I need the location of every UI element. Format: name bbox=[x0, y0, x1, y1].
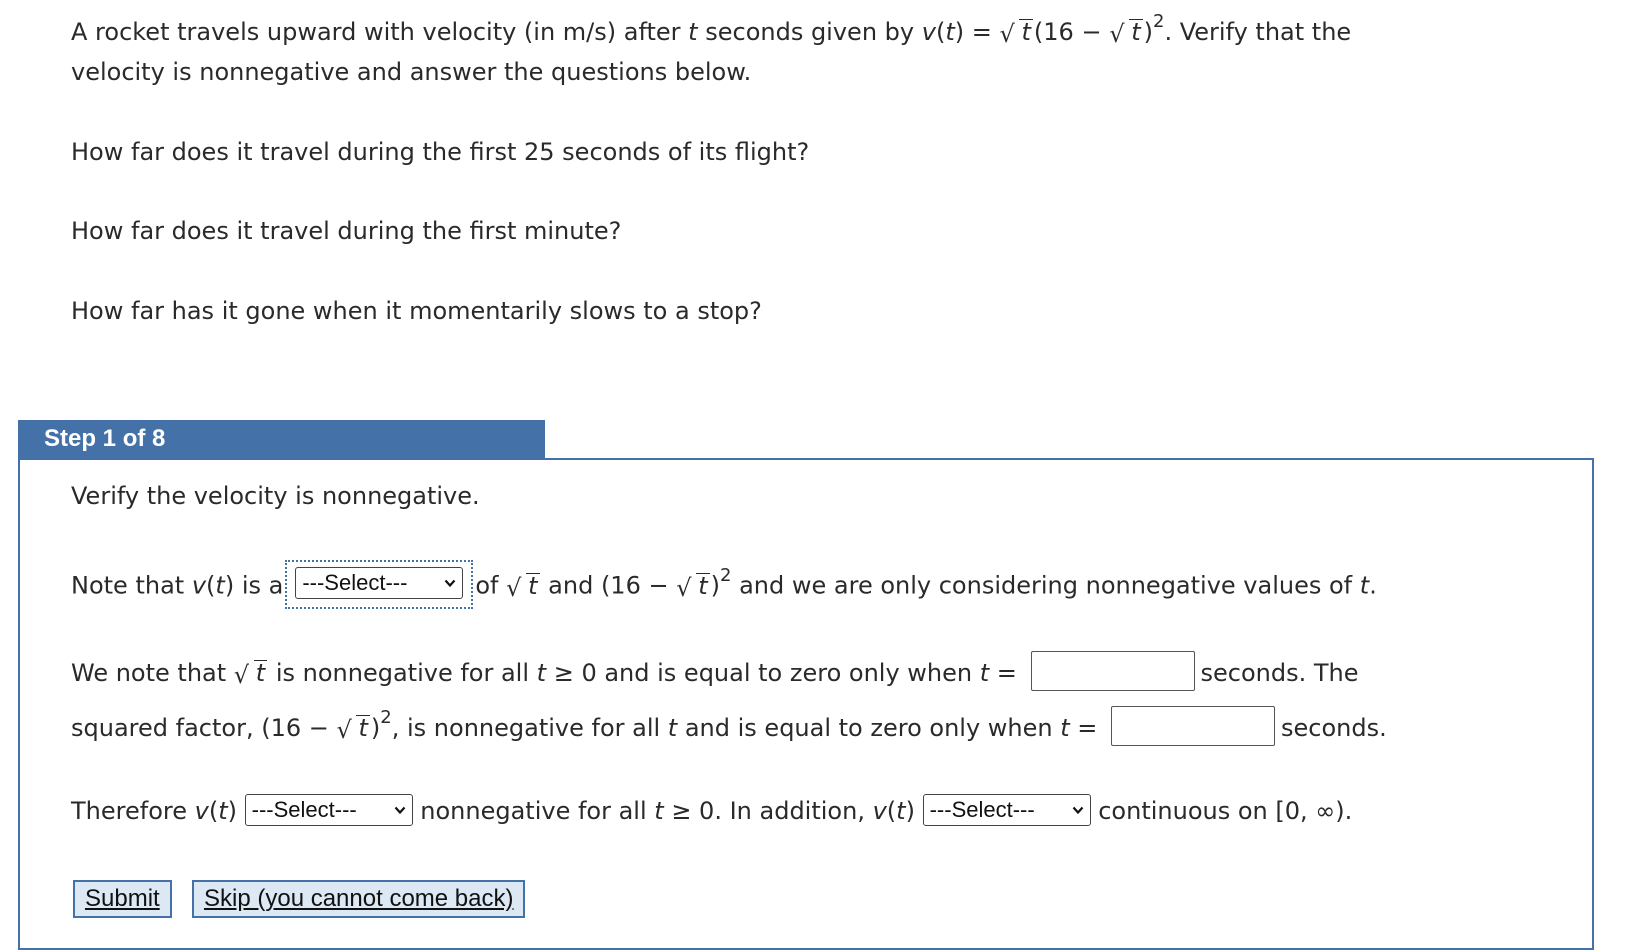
sqrt-t: √ t bbox=[506, 571, 540, 602]
math-text: (16 − bbox=[261, 714, 337, 742]
equals: = bbox=[1069, 714, 1106, 742]
exponent: 2 bbox=[720, 564, 732, 586]
step-text: Note that bbox=[71, 571, 192, 600]
step-text: , is nonnegative for all bbox=[391, 714, 668, 742]
step-text: of bbox=[475, 571, 507, 600]
select-value: ---Select--- bbox=[251, 797, 357, 822]
sqrt-t: √ t bbox=[999, 18, 1033, 48]
math-text: (16 − bbox=[600, 571, 677, 600]
therefore-line: Therefore v(t) ---Select--- nonnegative … bbox=[71, 794, 1353, 828]
zero-time-sqrt-input[interactable] bbox=[1030, 651, 1195, 691]
step-text: squared factor, bbox=[71, 714, 262, 742]
problem-text: A rocket travels upward with velocity (i… bbox=[71, 18, 689, 46]
step-text: Therefore bbox=[71, 797, 195, 825]
var-t: t bbox=[1060, 714, 1070, 742]
sqrt-t: √ t bbox=[233, 659, 268, 689]
zero-time-squared-input[interactable] bbox=[1111, 706, 1276, 746]
step-text: nonnegative for all bbox=[420, 797, 655, 825]
step-instruction: Verify the velocity is nonnegative. bbox=[71, 482, 480, 510]
exponent: 2 bbox=[1152, 11, 1165, 32]
problem-line-2: velocity is nonnegative and answer the q… bbox=[71, 58, 752, 86]
step-text: seconds. bbox=[1281, 714, 1387, 742]
equals: = bbox=[989, 659, 1025, 687]
var-t: t bbox=[688, 18, 698, 46]
equals: = bbox=[964, 18, 1000, 46]
step-text: and bbox=[540, 571, 601, 600]
problem-text: . Verify that the bbox=[1164, 18, 1352, 46]
step-text: ≥ 0. In addition, bbox=[663, 797, 873, 825]
paren: ) bbox=[954, 18, 965, 46]
paren: ) bbox=[1143, 18, 1153, 46]
paren: ( bbox=[206, 571, 216, 600]
step-header: Step 1 of 8 bbox=[18, 420, 545, 458]
product-type-select[interactable]: ---Select--- bbox=[295, 567, 464, 599]
var-v: v bbox=[191, 571, 207, 600]
step-text: is nonnegative for all bbox=[268, 659, 537, 687]
paren: ( bbox=[886, 797, 897, 825]
var-v: v bbox=[194, 797, 209, 825]
step-text: seconds. The bbox=[1200, 659, 1359, 687]
paren: ) bbox=[224, 571, 235, 600]
submit-button[interactable]: Submit bbox=[73, 880, 172, 918]
var-t: t bbox=[896, 797, 906, 825]
step-text: is a bbox=[234, 571, 284, 600]
paren: ) bbox=[370, 714, 381, 742]
step-text: and we are only considering nonnegative … bbox=[731, 571, 1360, 600]
paren: ( bbox=[935, 18, 946, 46]
select-value: ---Select--- bbox=[302, 570, 408, 595]
chevron-down-icon bbox=[444, 577, 456, 589]
problem-text: seconds given by bbox=[697, 18, 922, 46]
chevron-down-icon bbox=[394, 804, 406, 816]
sqrt-t: √ t bbox=[1109, 18, 1143, 48]
step-text: and is equal to zero only when bbox=[677, 714, 1061, 742]
var-t: t bbox=[654, 797, 664, 825]
math-text: (16 − bbox=[1033, 18, 1110, 46]
we-note-line: We note that √ t is nonnegative for all t… bbox=[71, 651, 1359, 694]
question-2: How far does it travel during the first … bbox=[71, 217, 622, 245]
step-text: continuous on [0, ∞). bbox=[1098, 797, 1353, 825]
select-focus-ring: ---Select--- bbox=[285, 560, 474, 609]
paren: ) bbox=[905, 797, 915, 825]
problem-line-1: A rocket travels upward with velocity (i… bbox=[71, 10, 1351, 48]
var-t: t bbox=[979, 659, 990, 687]
var-v: v bbox=[872, 797, 887, 825]
squared-factor-line: squared factor, (16 − √ t)2, is nonnegati… bbox=[71, 706, 1387, 749]
chevron-down-icon bbox=[1072, 804, 1084, 816]
step-text: We note that bbox=[71, 659, 234, 687]
skip-button[interactable]: Skip (you cannot come back) bbox=[192, 880, 526, 918]
var-t: t bbox=[1359, 571, 1370, 600]
var-t: t bbox=[667, 714, 678, 742]
nonnegative-select[interactable]: ---Select--- bbox=[244, 794, 413, 826]
paren: ) bbox=[710, 571, 721, 600]
var-t: t bbox=[945, 18, 955, 46]
select-value: ---Select--- bbox=[929, 797, 1035, 822]
sqrt-t: √ t bbox=[336, 714, 370, 744]
continuous-select[interactable]: ---Select--- bbox=[922, 794, 1091, 826]
var-t: t bbox=[218, 797, 228, 825]
paren: ) bbox=[227, 797, 237, 825]
question-3: How far has it gone when it momentarily … bbox=[71, 297, 762, 325]
var-t: t bbox=[215, 571, 225, 600]
note-line: Note that v(t) is a ---Select--- of √ t and… bbox=[71, 560, 1377, 611]
paren: ( bbox=[208, 797, 219, 825]
step-text: ≥ 0 and is equal to zero only when bbox=[546, 659, 980, 687]
step-panel bbox=[18, 458, 1594, 950]
exponent: 2 bbox=[380, 707, 392, 728]
question-1: How far does it travel during the first … bbox=[71, 138, 810, 166]
var-v: v bbox=[921, 18, 936, 46]
var-t: t bbox=[536, 659, 547, 687]
step-text: . bbox=[1369, 571, 1377, 600]
sqrt-t: √ t bbox=[676, 571, 710, 602]
